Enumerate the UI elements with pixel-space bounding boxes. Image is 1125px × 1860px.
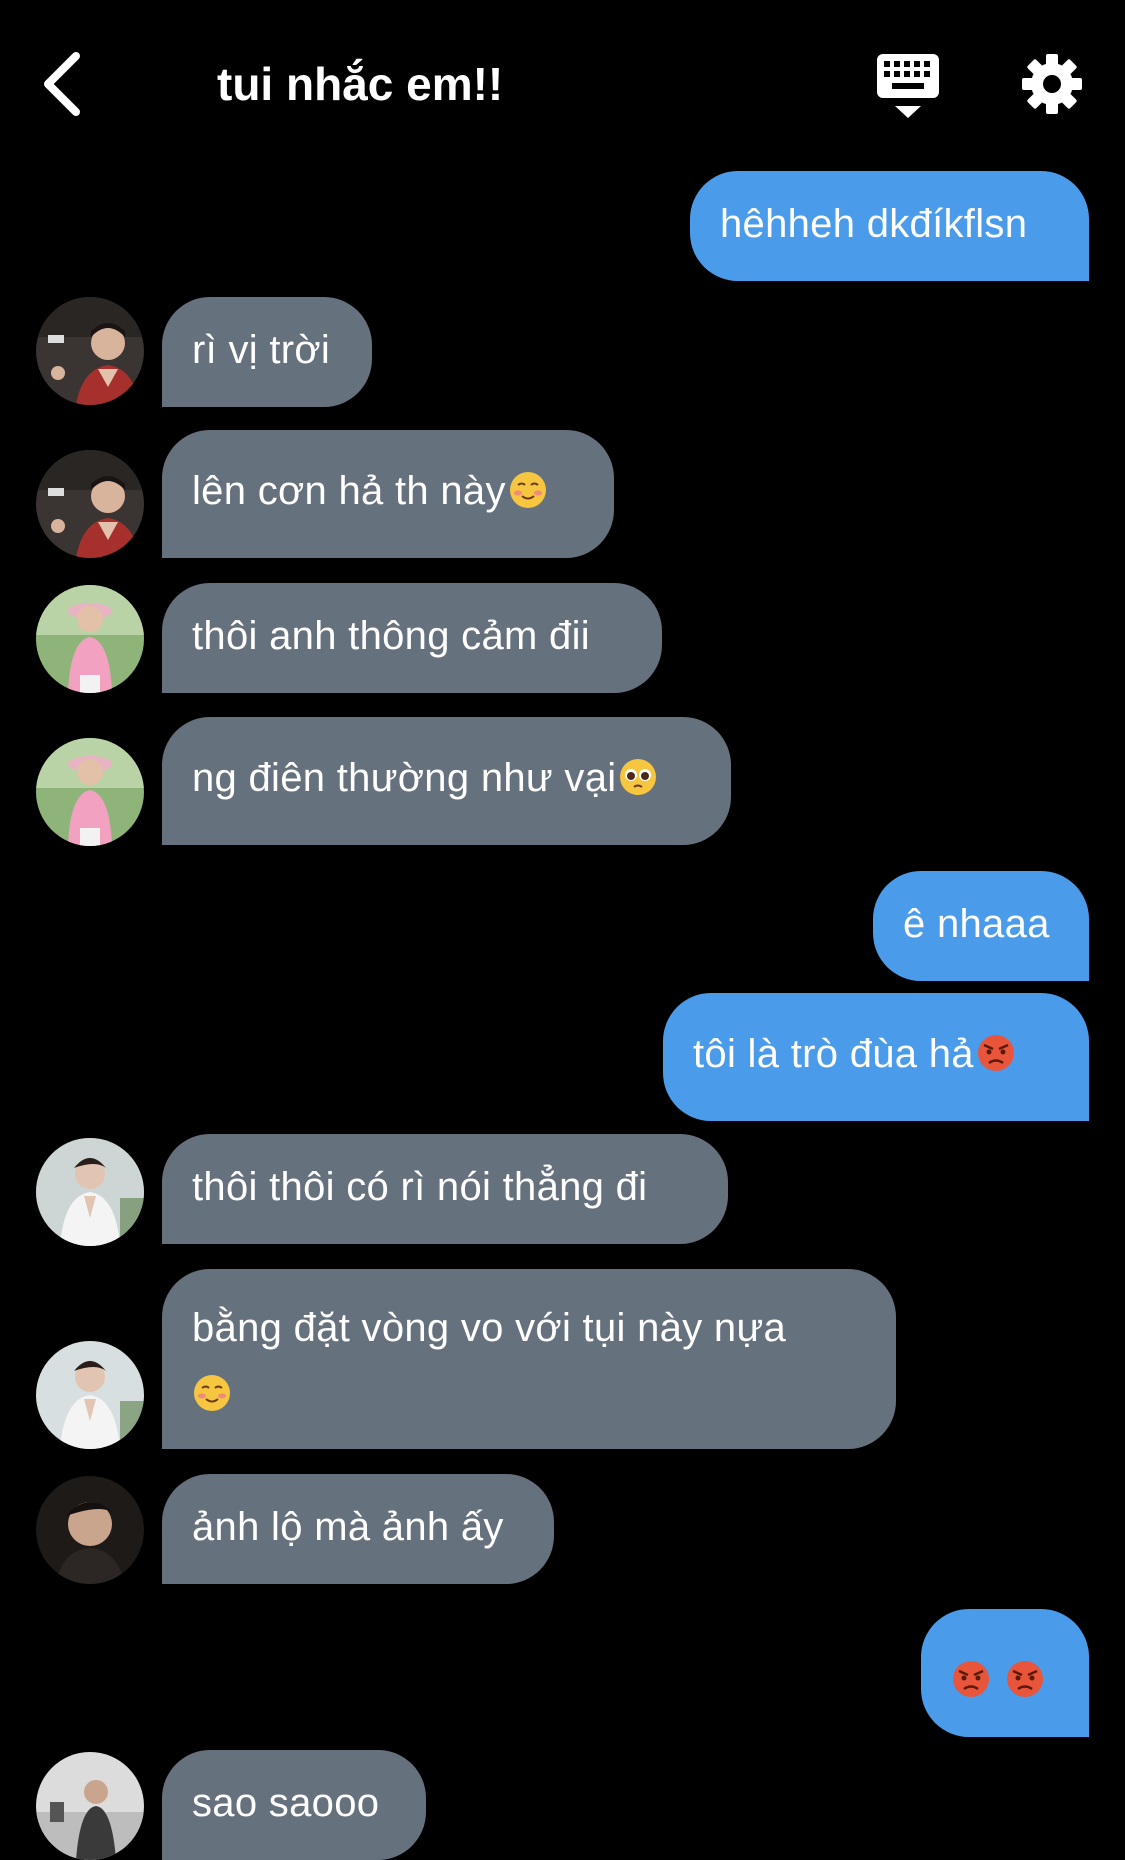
message-bubble-incoming[interactable]: thôi thôi có rì nói thẳng đi [162,1134,728,1244]
smiling-blush-emoji [194,1375,230,1411]
avatar-image [36,1476,144,1584]
avatar-image [36,1138,144,1246]
message-text: sao saooo [192,1781,380,1825]
avatar[interactable] [36,297,144,405]
avatar[interactable] [36,1138,144,1246]
message-bubble-incoming[interactable]: rì vị trời [162,297,372,407]
message-bubble-incoming[interactable]: thôi anh thông cảm đii [162,583,662,693]
pleading-face-emoji [620,759,657,795]
message-bubble-incoming[interactable]: ảnh lộ mà ảnh ấy [162,1474,554,1584]
smiling-blush-emoji [509,472,546,508]
keyboard-button[interactable] [875,52,941,122]
message-text: tôi là trò đùa hả [693,1032,974,1076]
avatar[interactable] [36,450,144,558]
message-text: bằng đặt vòng vo với tụi này nựa [192,1306,787,1350]
angry-face-emoji [953,1661,989,1697]
back-button[interactable] [38,48,88,120]
chat-title: tui nhắc em!! [217,58,504,110]
message-bubble-incoming[interactable]: lên cơn hả th này [162,430,614,558]
message-text: ng điên thường như vại [192,756,617,800]
avatar-image [36,1752,144,1860]
message-text: rì vị trời [192,328,331,372]
avatar[interactable] [36,1341,144,1449]
message-bubble-outgoing[interactable] [921,1609,1089,1737]
message-text: hêhheh dkđíkflsn [720,202,1028,246]
avatar-image [36,450,144,558]
avatar-image [36,585,144,693]
angry-face-emoji [1007,1661,1043,1697]
angry-face-emoji [977,1035,1014,1071]
avatar-image [36,738,144,846]
message-bubble-incoming[interactable]: bằng đặt vòng vo với tụi này nựa [162,1269,896,1449]
message-bubble-incoming[interactable]: sao saooo [162,1750,426,1860]
avatar-image [36,1341,144,1449]
avatar-image [36,297,144,405]
message-bubble-outgoing[interactable]: ê nhaaa [873,871,1089,981]
message-bubble-incoming[interactable]: ng điên thường như vại [162,717,731,845]
message-text: thôi anh thông cảm đii [192,614,590,658]
chevron-left-icon [44,52,80,116]
chat-header: tui nhắc em!! [0,0,1125,170]
message-text: ê nhaaa [903,902,1050,946]
settings-button[interactable] [1021,53,1083,115]
avatar[interactable] [36,738,144,846]
avatar[interactable] [36,585,144,693]
avatar[interactable] [36,1476,144,1584]
keyboard-icon [877,54,939,118]
message-text: thôi thôi có rì nói thẳng đi [192,1165,648,1209]
message-bubble-outgoing[interactable]: hêhheh dkđíkflsn [690,171,1089,281]
message-text: lên cơn hả th này [192,469,506,513]
message-text: ảnh lộ mà ảnh ấy [192,1505,504,1549]
message-bubble-outgoing[interactable]: tôi là trò đùa hả [663,993,1089,1121]
avatar[interactable] [36,1752,144,1860]
gear-icon [1022,54,1082,114]
